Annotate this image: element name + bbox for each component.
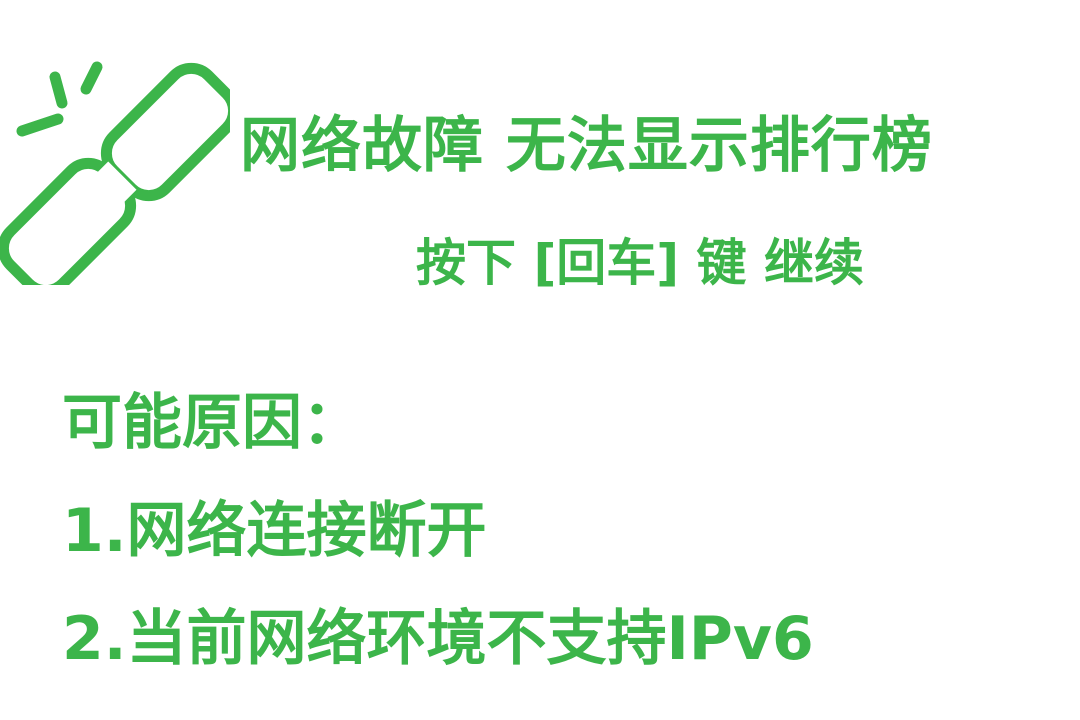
continue-prompt: 按下 [回车] 键 继续 — [416, 234, 864, 292]
reason-item: 2.当前网络环境不支持IPv6 — [62, 604, 814, 674]
reason-item: 1.网络连接断开 — [62, 496, 487, 566]
error-title: 网络故障 无法显示排行榜 — [240, 111, 933, 181]
reasons-heading: 可能原因： — [62, 388, 362, 458]
network-error-screen: 网络故障 无法显示排行榜 按下 [回车] 键 继续 可能原因： 1.网络连接断开… — [0, 0, 1080, 720]
